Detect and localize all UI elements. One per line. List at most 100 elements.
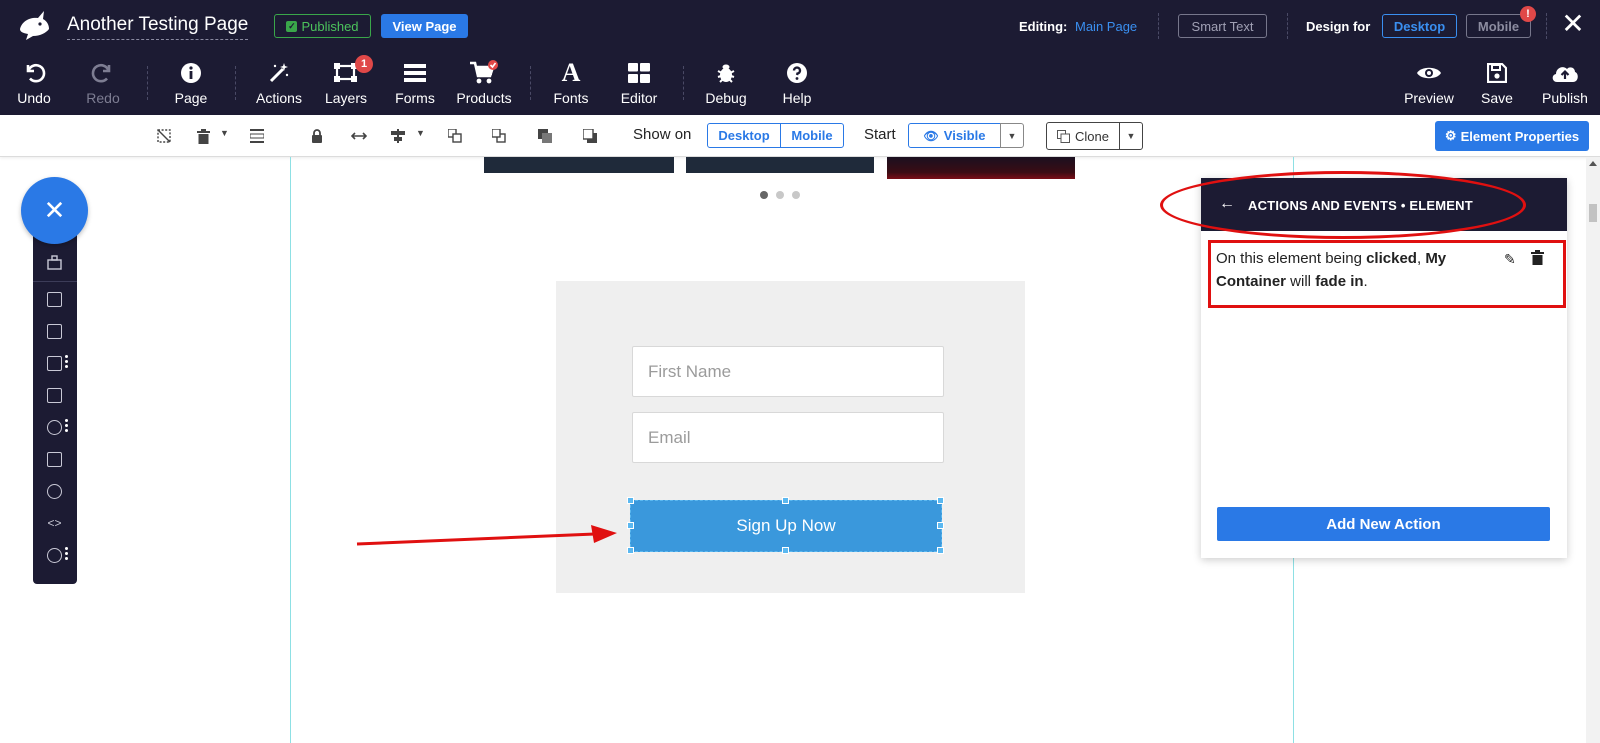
redo-button[interactable]: Redo <box>85 58 121 110</box>
lock-icon[interactable] <box>308 127 326 145</box>
resize-handle[interactable] <box>782 547 789 554</box>
start-visible-select[interactable]: 👁 Visible <box>908 123 1001 148</box>
more-options-icon[interactable] <box>65 419 68 434</box>
preview-button[interactable]: Preview <box>1404 58 1454 110</box>
more-options-icon[interactable] <box>65 547 68 562</box>
email-field[interactable] <box>632 412 944 463</box>
bring-to-front-icon[interactable] <box>536 127 554 145</box>
checkbox-element-icon[interactable] <box>47 356 62 371</box>
page-button[interactable]: Page <box>172 58 210 110</box>
align-icon[interactable] <box>390 127 408 145</box>
first-name-field[interactable] <box>632 346 944 397</box>
more-options-icon[interactable] <box>65 355 68 370</box>
layers-button[interactable]: 1 Layers <box>325 55 373 110</box>
close-icon[interactable]: ✕ <box>1560 9 1586 39</box>
help-button[interactable]: Help <box>780 58 814 110</box>
bring-forward-icon[interactable] <box>446 127 464 145</box>
fonts-button[interactable]: A Fonts <box>553 58 589 110</box>
image-element-icon[interactable] <box>47 324 62 339</box>
timer-element-icon[interactable] <box>47 484 62 499</box>
page-scrollbar[interactable] <box>1586 157 1600 743</box>
scroll-up-icon[interactable] <box>1589 161 1597 166</box>
resize-handle[interactable] <box>627 522 634 529</box>
send-to-back-icon[interactable] <box>581 127 599 145</box>
code-element-icon[interactable]: <> <box>47 516 62 531</box>
chevron-down-icon[interactable]: ▼ <box>1119 122 1143 150</box>
spacing-icon[interactable] <box>248 127 266 145</box>
carousel-dot[interactable] <box>792 191 800 199</box>
box-element-icon[interactable] <box>47 388 62 403</box>
chevron-down-icon[interactable]: ▼ <box>416 128 425 138</box>
close-icon: ✕ <box>43 195 66 225</box>
chevron-down-icon[interactable]: ▼ <box>1000 123 1024 148</box>
header-divider <box>1546 13 1547 39</box>
save-button[interactable]: Save <box>1479 58 1515 110</box>
page-title[interactable]: Another Testing Page <box>67 14 249 40</box>
forms-label: Forms <box>395 90 435 106</box>
text-element-icon[interactable] <box>47 292 62 307</box>
sign-up-button[interactable]: Sign Up Now <box>630 500 942 552</box>
smart-text-button[interactable]: Smart Text <box>1178 14 1267 38</box>
show-mobile-toggle[interactable]: Mobile <box>780 123 844 148</box>
close-add-button[interactable]: ✕ <box>21 177 88 244</box>
visible-label: Visible <box>943 128 986 143</box>
design-desktop-button[interactable]: Desktop <box>1382 14 1457 38</box>
show-desktop-toggle[interactable]: Desktop <box>707 123 781 148</box>
check-icon: ✓ <box>286 20 298 32</box>
editing-label: Editing: <box>1019 19 1068 34</box>
editor-button[interactable]: Editor <box>621 58 657 110</box>
font-icon: A <box>561 58 581 87</box>
clone-button[interactable]: Clone <box>1046 122 1120 150</box>
section-icon[interactable] <box>47 255 62 270</box>
products-button[interactable]: Products <box>456 58 512 110</box>
forms-button[interactable]: Forms <box>395 58 435 110</box>
misc-element-icon[interactable] <box>47 548 62 563</box>
send-backward-icon[interactable] <box>490 127 508 145</box>
widget-divider <box>33 281 77 282</box>
resize-handle[interactable] <box>627 497 634 504</box>
annotation-arrow <box>356 525 617 546</box>
products-label: Products <box>456 90 512 106</box>
carousel-slide[interactable] <box>887 157 1075 179</box>
form-element-icon[interactable] <box>47 452 62 467</box>
actions-button[interactable]: Actions <box>254 58 304 110</box>
email-input[interactable] <box>633 413 943 462</box>
editing-page-link[interactable]: Main Page <box>1075 19 1137 34</box>
undo-button[interactable]: Undo <box>15 58 53 110</box>
publish-button[interactable]: Publish <box>1542 58 1588 110</box>
debug-label: Debug <box>705 90 747 106</box>
publish-label: Publish <box>1542 90 1588 106</box>
rabbit-logo-icon[interactable] <box>16 9 52 43</box>
carousel-dot[interactable] <box>760 191 768 199</box>
eye-icon: 👁 <box>923 128 939 143</box>
video-element-icon[interactable] <box>47 420 62 435</box>
view-page-button[interactable]: View Page <box>381 14 468 38</box>
deselect-icon[interactable] <box>155 127 173 145</box>
element-properties-button[interactable]: ⚙ Element Properties <box>1435 121 1589 151</box>
resize-handle[interactable] <box>937 547 944 554</box>
element-toolbar: ▼ ▼ Show on Desktop Mobile Start 👁 Visib… <box>0 115 1600 157</box>
help-icon <box>787 63 807 83</box>
start-label: Start <box>864 126 896 143</box>
annotation-ellipse <box>1160 171 1526 239</box>
width-icon[interactable] <box>350 127 368 145</box>
resize-handle[interactable] <box>627 547 634 554</box>
cart-icon <box>470 60 498 84</box>
resize-handle[interactable] <box>782 497 789 504</box>
design-for-label: Design for <box>1306 19 1371 34</box>
toolbar-divider <box>530 66 531 100</box>
chevron-down-icon[interactable]: ▼ <box>220 128 229 138</box>
add-new-action-button[interactable]: Add New Action <box>1217 507 1550 541</box>
carousel-slide[interactable] <box>484 157 674 173</box>
carousel-slide[interactable] <box>686 157 874 173</box>
scroll-thumb[interactable] <box>1589 204 1597 222</box>
carousel-dot[interactable] <box>776 191 784 199</box>
list-icon <box>404 64 426 82</box>
first-name-input[interactable] <box>633 347 943 396</box>
clone-label: Clone <box>1075 128 1109 144</box>
debug-button[interactable]: Debug <box>705 58 747 110</box>
resize-handle[interactable] <box>937 497 944 504</box>
save-label: Save <box>1481 90 1513 106</box>
resize-handle[interactable] <box>937 522 944 529</box>
trash-icon[interactable] <box>194 127 212 145</box>
